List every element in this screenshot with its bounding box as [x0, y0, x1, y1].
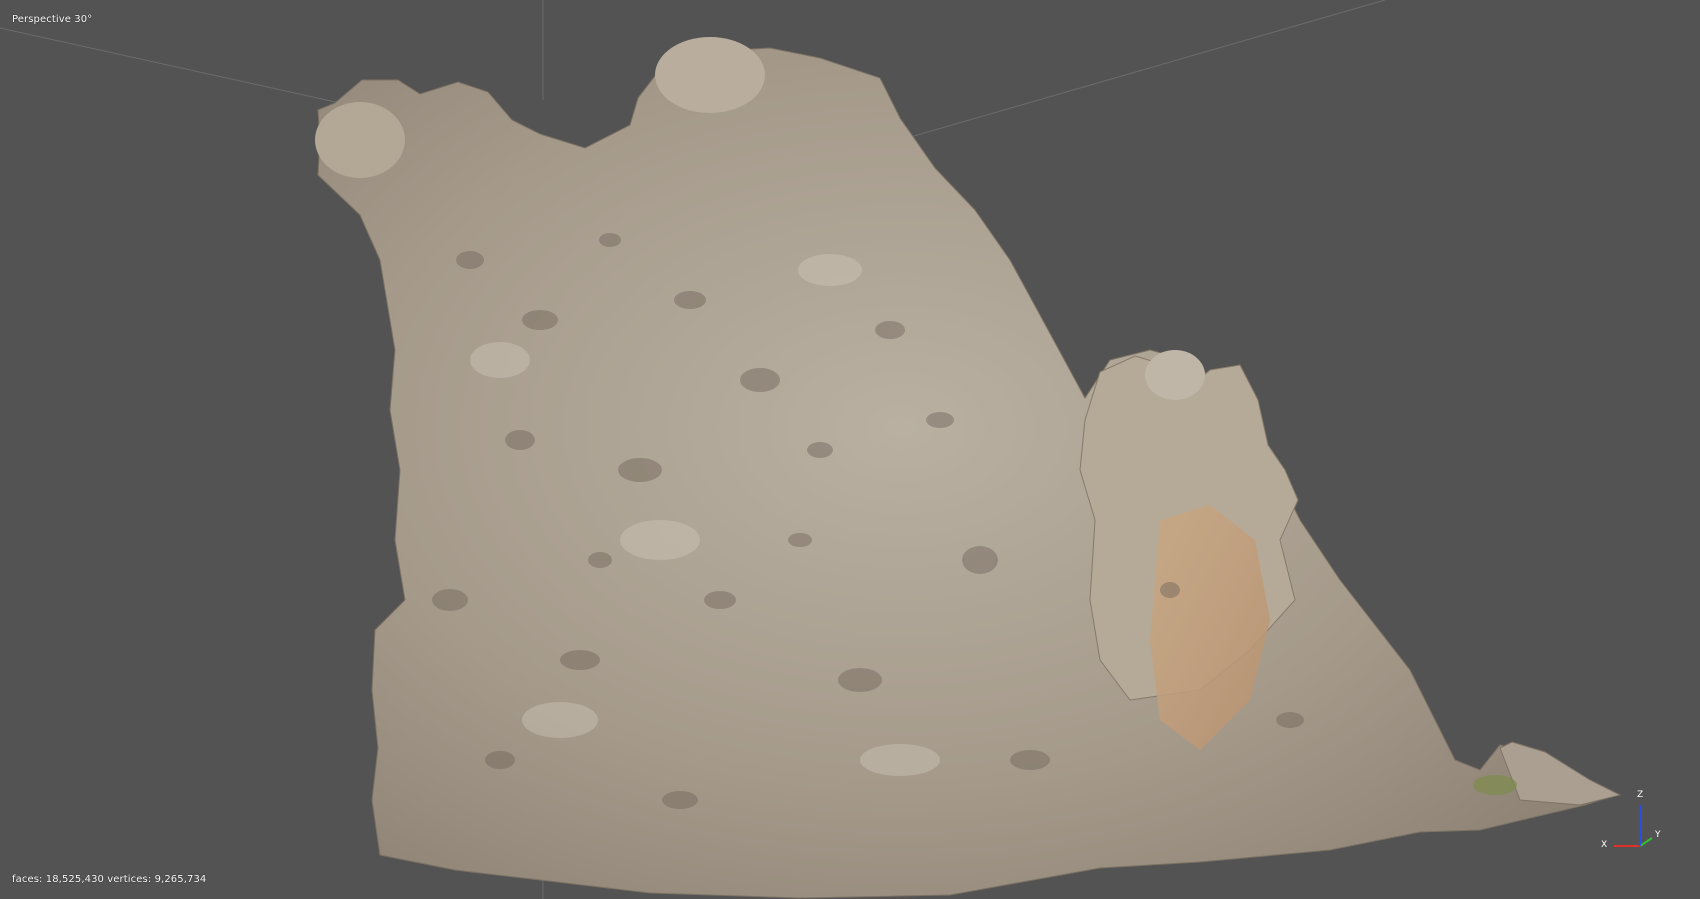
grid-line-right — [899, 0, 1386, 141]
axis-gizmo[interactable] — [1614, 805, 1653, 847]
rock-top-nub-left — [315, 102, 405, 178]
axis-x-label: X — [1601, 840, 1608, 850]
mesh-stats-text: faces: 18,525,430 vertices: 9,265,734 — [12, 874, 207, 885]
moss-patch — [1473, 775, 1517, 795]
rock-model[interactable] — [315, 37, 1622, 899]
rock-small-outcrop — [1499, 741, 1622, 806]
rock-top-nub-center — [655, 37, 765, 113]
3d-viewport[interactable]: Perspective 30° faces: 18,525,430 vertic… — [0, 0, 1700, 899]
axis-y-line — [1639, 837, 1653, 847]
projection-label[interactable]: Perspective 30° — [12, 14, 92, 25]
rock-main-body — [317, 41, 1617, 899]
grid-line-left — [0, 27, 341, 104]
axis-y-label: Y — [1655, 830, 1661, 840]
axis-z-label: Z — [1637, 790, 1644, 800]
rock-top-nub-right — [1145, 350, 1205, 400]
viewport-scene[interactable] — [0, 0, 1700, 899]
